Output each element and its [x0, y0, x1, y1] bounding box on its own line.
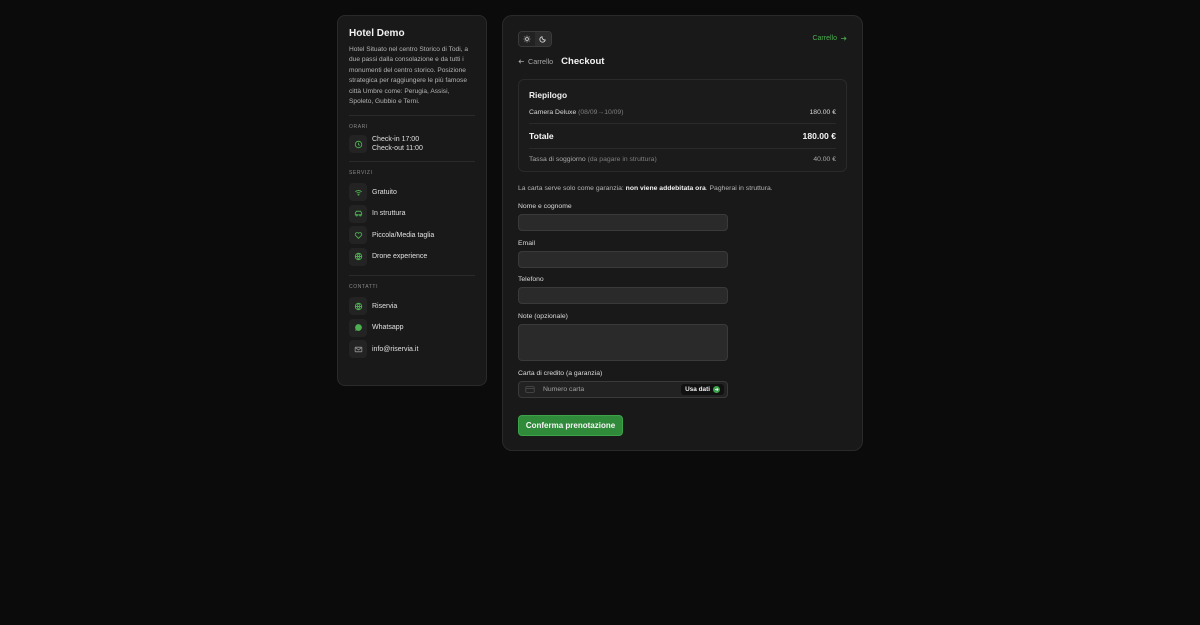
arrow-right-icon — [841, 36, 847, 41]
use-saved-data-button[interactable]: Usa dati — [681, 384, 724, 395]
wifi-icon — [349, 183, 367, 202]
heart-icon — [349, 226, 367, 245]
room-label: Camera Deluxe — [529, 109, 577, 116]
room-price: 180.00 € — [809, 109, 836, 116]
whatsapp-icon — [349, 318, 367, 337]
hotel-description: Hotel Situato nel centro Storico di Todi… — [349, 46, 468, 106]
tax-note: (da pagare in struttura) — [587, 156, 657, 163]
card-placeholder: Numero carta — [543, 386, 585, 393]
checkout-panel: Carrello Carrello Checkout Riepilogo Cam… — [502, 15, 863, 451]
divider — [529, 148, 836, 149]
checkin-time: Check-in 17:00 — [372, 136, 420, 144]
contact-item-email[interactable]: info@riservia.it — [349, 338, 475, 360]
hours-row: Check-in 17:00 Check-out 11:00 — [349, 135, 475, 154]
hours-section-label: ORARI — [349, 124, 368, 131]
total-value: 180.00 € — [802, 131, 836, 141]
service-label: Gratuito — [372, 188, 397, 196]
page-header: Carrello Checkout — [518, 56, 604, 67]
tax-value: 40.00 € — [813, 156, 836, 163]
sun-icon — [523, 35, 531, 43]
card-label: Carta di credito (a garanzia) — [518, 370, 603, 377]
service-item-parking: In struttura — [349, 203, 475, 225]
service-item-pets: Piccola/Media taglia — [349, 224, 475, 246]
hotel-sidebar: Hotel Demo Hotel Situato nel centro Stor… — [337, 15, 487, 386]
service-label: Piccola/Media taglia — [372, 231, 435, 239]
dark-theme-button[interactable] — [535, 32, 551, 46]
email-label: Email — [518, 240, 535, 247]
theme-toggle[interactable] — [518, 31, 552, 47]
globe-icon — [349, 297, 367, 316]
total-line: Totale 180.00 € — [529, 131, 836, 141]
services-section-label: SERVIZI — [349, 170, 373, 177]
divider — [529, 123, 836, 124]
contact-label: Riservia — [372, 302, 398, 310]
notice-suffix: . Pagherai in struttura. — [705, 185, 773, 192]
name-input[interactable] — [518, 214, 728, 231]
light-theme-button[interactable] — [519, 32, 535, 46]
notice-prefix: La carta serve solo come garanzia: — [518, 185, 626, 192]
phone-input[interactable] — [518, 287, 728, 304]
contact-label: info@riservia.it — [372, 345, 419, 353]
service-label: Drone experience — [372, 253, 428, 261]
service-item-drone: Drone experience — [349, 246, 475, 268]
clock-icon — [349, 135, 367, 154]
contacts-section-label: CONTATTI — [349, 284, 379, 291]
confirm-booking-button[interactable]: Conferma prenotazione — [518, 415, 623, 436]
arrow-right-icon — [713, 386, 720, 393]
divider — [349, 275, 475, 277]
back-label: Carrello — [528, 57, 554, 66]
hotel-name: Hotel Demo — [349, 28, 405, 39]
back-to-cart-link[interactable]: Carrello — [518, 57, 553, 66]
credit-card-icon — [525, 386, 535, 393]
room-line: Camera Deluxe (08/09→10/09) 180.00 € — [529, 109, 836, 116]
service-item-wifi: Gratuito — [349, 181, 475, 203]
globe-icon — [349, 247, 367, 266]
service-label: In struttura — [372, 210, 406, 218]
checkout-time: Check-out 11:00 — [372, 145, 423, 153]
card-guarantee-notice: La carta serve solo come garanzia: non v… — [518, 185, 773, 192]
cart-link[interactable]: Carrello — [812, 35, 847, 42]
car-icon — [349, 204, 367, 223]
cart-link-label: Carrello — [812, 35, 837, 42]
phone-label: Telefono — [518, 276, 544, 283]
order-summary: Riepilogo Camera Deluxe (08/09→10/09) 18… — [518, 79, 847, 172]
name-label: Nome e cognome — [518, 203, 572, 210]
notice-bold: non viene addebitata ora — [625, 185, 706, 192]
card-number-input[interactable]: Numero carta Usa dati — [518, 381, 728, 398]
contact-item-whatsapp[interactable]: Whatsapp — [349, 317, 475, 339]
room-dates: (08/09→10/09) — [578, 109, 624, 116]
divider — [349, 161, 475, 163]
notes-textarea[interactable] — [518, 324, 728, 361]
moon-icon — [539, 36, 546, 43]
divider — [349, 115, 475, 117]
total-label: Totale — [529, 131, 554, 141]
mail-icon — [349, 340, 367, 359]
page-title: Checkout — [561, 56, 605, 67]
notes-label: Note (opzionale) — [518, 313, 568, 320]
tax-line: Tassa di soggiorno (da pagare in struttu… — [529, 156, 836, 163]
contact-item-website[interactable]: Riservia — [349, 295, 475, 317]
arrow-left-icon — [518, 59, 524, 64]
tax-label: Tassa di soggiorno — [529, 156, 586, 163]
contact-label: Whatsapp — [372, 324, 404, 332]
email-input[interactable] — [518, 251, 728, 268]
use-data-label: Usa dati — [685, 386, 710, 393]
summary-title: Riepilogo — [529, 90, 568, 100]
